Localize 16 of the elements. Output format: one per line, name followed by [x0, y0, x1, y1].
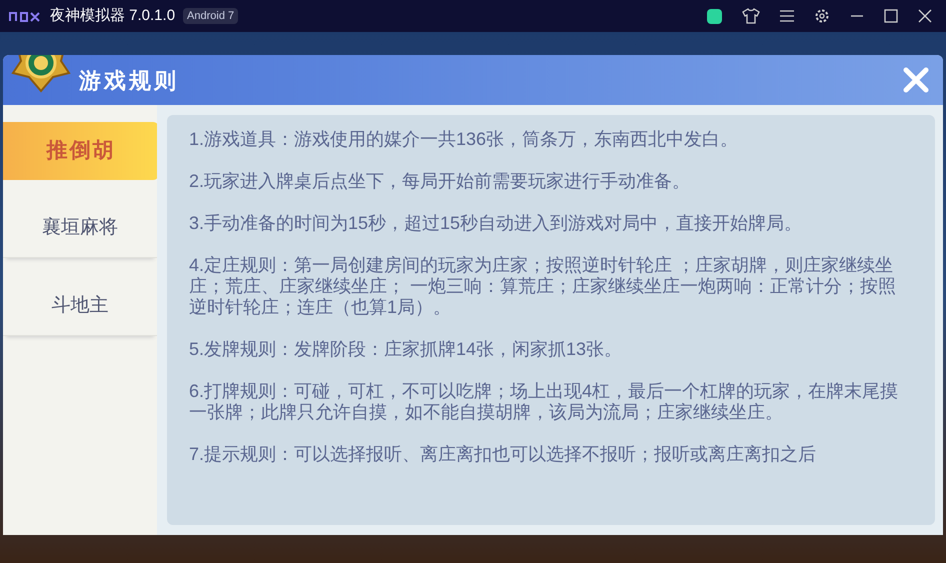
rule-paragraph: 7.提示规则：可以选择报听、离庄离扣也可以选择不报听；报听或离庄离扣之后 — [189, 444, 818, 465]
shirt-icon[interactable] — [742, 8, 760, 24]
rule-paragraph: 2.玩家进入牌桌后点坐下，每局开始前需要玩家进行手动准备。 — [189, 171, 692, 192]
rule-paragraph: 5.发牌规则：发牌阶段：庄家抓牌14张，闲家抓13张。 — [189, 339, 624, 360]
settings-icon[interactable] — [814, 8, 830, 24]
rule-paragraph: 4.定庄规则：第一局创建房间的玩家为庄家；按照逆时针轮庄 ；庄家胡牌，则庄家继续坐庄；荒庄、庄家继续坐庄； 一炮三响：算荒庄；庄家继续坐庄一炮两响：正常计分；按照逆时针轮庄；连庄（也算1局）。 — [189, 255, 898, 318]
android-version-badge: Android 7 — [183, 8, 238, 24]
rule-paragraph: 3.手动准备的时间为15秒，超过15秒自动进入到游戏对局中，直接开始牌局。 — [189, 213, 804, 234]
dialog-title: 游戏规则 — [79, 66, 179, 94]
close-icon[interactable] — [918, 9, 932, 23]
maximize-icon[interactable] — [884, 9, 898, 23]
app-title: 夜神模拟器 7.0.1.0 — [50, 6, 176, 26]
menu-icon[interactable] — [780, 10, 794, 22]
logo-icon — [8, 10, 42, 22]
rule-paragraph: 6.打牌规则：可碰，可杠，不可以吃牌；场上出现4杠，最后一个杠牌的玩家，在牌末尾摸一张牌；此牌只允许自摸，如不能自摸胡牌，该局为流局；庄家继续坐庄。 — [189, 381, 900, 423]
rule-paragraph: 1.游戏道具：游戏使用的媒介一共136张，筒条万，东南西北中发白。 — [189, 129, 740, 150]
